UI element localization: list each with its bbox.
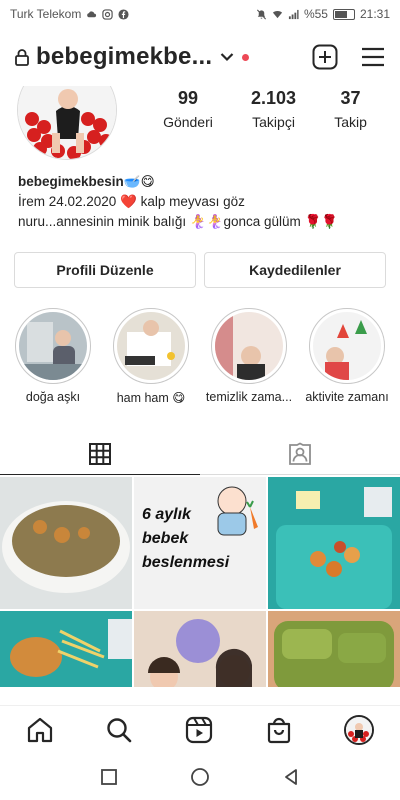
post-thumbnail[interactable] bbox=[0, 611, 132, 687]
baby-illustration bbox=[217, 486, 258, 536]
highlight-label: aktivite zamanı bbox=[305, 390, 389, 404]
saved-button[interactable]: Kaydedilenler bbox=[204, 252, 386, 288]
stat-value: 37 bbox=[340, 88, 361, 108]
post-image bbox=[134, 611, 266, 687]
home-icon[interactable] bbox=[26, 716, 54, 744]
system-navigation bbox=[0, 753, 400, 800]
battery-percent: %55 bbox=[303, 7, 328, 21]
new-post-icon[interactable] bbox=[312, 44, 338, 70]
signal-icon bbox=[288, 9, 299, 19]
highlight-cover bbox=[215, 312, 283, 380]
highlight-cover bbox=[19, 312, 87, 380]
stat-label: Takipçi bbox=[252, 114, 295, 130]
profile-bio: bebegimekbesin🥣😋 İrem 24.02.2020 ❤️ kalp… bbox=[0, 166, 400, 232]
stat-label: Gönderi bbox=[163, 114, 213, 130]
highlight-ring bbox=[113, 308, 189, 384]
stat-following[interactable]: 37 Takip bbox=[334, 88, 367, 130]
grid-icon bbox=[89, 442, 111, 465]
post-image bbox=[268, 477, 400, 609]
tab-tagged[interactable] bbox=[200, 433, 400, 474]
post-image bbox=[0, 611, 132, 687]
highlight-cover bbox=[117, 312, 185, 380]
menu-icon[interactable] bbox=[360, 44, 386, 70]
profile-avatar-nav[interactable] bbox=[344, 714, 375, 745]
avatar-photo bbox=[346, 716, 373, 743]
chevron-down-icon bbox=[220, 53, 234, 62]
stat-followers[interactable]: 2.103 Takipçi bbox=[251, 88, 296, 130]
highlight-item[interactable]: doğa aşkı bbox=[6, 308, 100, 405]
stat-posts[interactable]: 99 Gönderi bbox=[163, 88, 213, 130]
highlight-ring bbox=[211, 308, 287, 384]
clock: 21:31 bbox=[359, 7, 390, 21]
post-image bbox=[268, 611, 400, 687]
profile-header: bebegimekbe... bbox=[0, 28, 400, 86]
back-icon[interactable] bbox=[282, 768, 300, 786]
lock-icon bbox=[15, 49, 29, 66]
post-image bbox=[0, 477, 132, 609]
search-icon[interactable] bbox=[105, 716, 133, 744]
post-thumbnail[interactable] bbox=[268, 477, 400, 609]
bottom-navigation bbox=[0, 705, 400, 753]
username-title[interactable]: bebegimekbe... bbox=[36, 43, 212, 71]
status-bar: Turk Telekom %55 21:31 bbox=[0, 0, 400, 28]
home-circle-icon[interactable] bbox=[190, 767, 210, 787]
highlight-label: doğa aşkı bbox=[25, 390, 81, 404]
profile-stats: 99 Gönderi 2.103 Takipçi 37 Takip bbox=[144, 86, 386, 130]
tagged-icon bbox=[289, 441, 311, 465]
carrier-label: Turk Telekom bbox=[10, 7, 82, 21]
avatar-container bbox=[14, 86, 120, 166]
mute-icon bbox=[256, 9, 266, 19]
recents-icon[interactable] bbox=[100, 768, 118, 786]
highlight-ring bbox=[15, 308, 91, 384]
instagram-notification-icon bbox=[102, 8, 114, 20]
stat-label: Takip bbox=[334, 114, 367, 130]
promo-line: beslenmesi bbox=[142, 554, 230, 571]
story-highlights: doğa aşkı ham ham 😋 temizlik zama... akt… bbox=[0, 288, 400, 405]
highlight-item[interactable]: temizlik zama... bbox=[202, 308, 296, 405]
account-switcher[interactable] bbox=[220, 52, 250, 62]
facebook-notification-icon bbox=[118, 8, 129, 20]
stat-value: 2.103 bbox=[251, 88, 297, 108]
post-thumbnail[interactable]: 6 aylık bebek beslenmesi bbox=[134, 477, 266, 609]
profile-actions: Profili Düzenle Kaydedilenler bbox=[0, 232, 400, 288]
highlight-cover bbox=[313, 312, 381, 380]
notification-dot bbox=[242, 53, 250, 61]
bio-line: nuru...annesinin minik balığı 🧜‍♀️🧜‍♀️go… bbox=[18, 214, 339, 229]
bio-line: İrem 24.02.2020 ❤️ kalp meyvası göz bbox=[18, 194, 245, 209]
edit-profile-button[interactable]: Profili Düzenle bbox=[14, 252, 196, 288]
bio-name: bebegimekbesin🥣😋 bbox=[18, 174, 155, 189]
reels-icon[interactable] bbox=[185, 716, 213, 744]
highlight-item[interactable]: ham ham 😋 bbox=[104, 308, 198, 405]
highlight-label: ham ham 😋 bbox=[116, 391, 186, 405]
wifi-icon bbox=[272, 10, 283, 18]
post-thumbnail[interactable] bbox=[268, 611, 400, 687]
avatar-photo bbox=[18, 86, 116, 159]
tab-grid[interactable] bbox=[0, 433, 200, 475]
battery-icon bbox=[332, 8, 355, 20]
profile-tabs bbox=[0, 433, 400, 475]
highlight-label: temizlik zama... bbox=[205, 390, 293, 404]
highlight-ring bbox=[309, 308, 385, 384]
profile-avatar[interactable] bbox=[17, 86, 117, 160]
post-thumbnail[interactable] bbox=[134, 611, 266, 687]
post-thumbnail[interactable] bbox=[0, 477, 132, 609]
shop-icon[interactable] bbox=[265, 716, 293, 744]
profile-summary: 99 Gönderi 2.103 Takipçi 37 Takip bbox=[0, 86, 400, 166]
stat-value: 99 bbox=[177, 88, 198, 108]
post-grid: 6 aylık bebek beslenmesi bbox=[0, 475, 400, 687]
cloud-icon bbox=[87, 10, 97, 17]
highlight-item[interactable]: aktivite zamanı bbox=[300, 308, 394, 405]
